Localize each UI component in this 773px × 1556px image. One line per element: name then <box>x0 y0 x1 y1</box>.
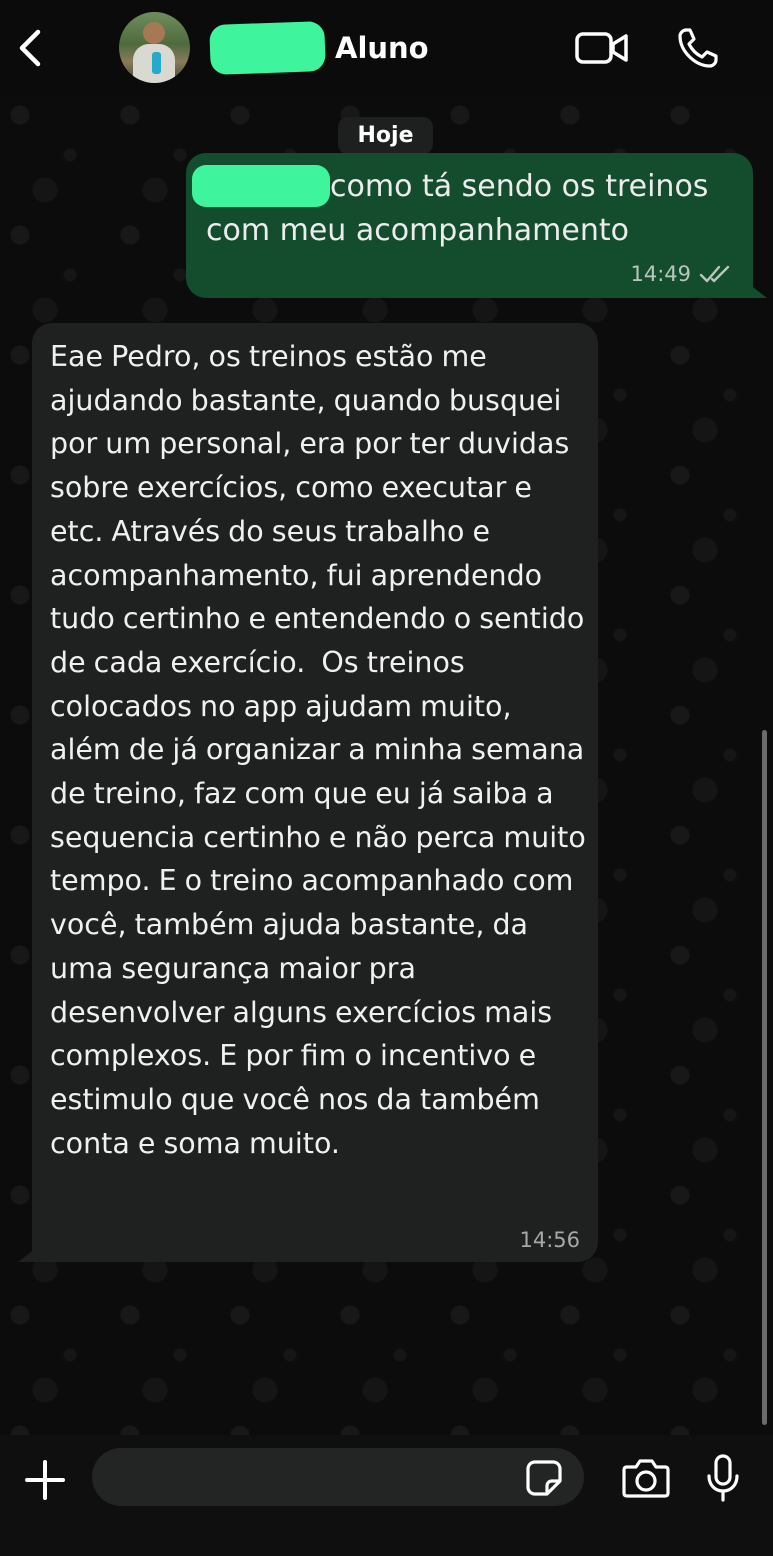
video-camera-icon <box>575 32 628 64</box>
redaction-marker <box>192 165 330 207</box>
sticker-icon <box>526 1460 562 1496</box>
message-time: 14:56 <box>519 1228 580 1252</box>
contact-name: Aluno <box>335 31 429 65</box>
outgoing-message[interactable]: como tá sendo os treinos com meu acompan… <box>186 153 767 298</box>
message-composer <box>0 1435 773 1556</box>
chevron-left-icon <box>19 29 41 67</box>
date-separator: Hoje <box>338 117 433 154</box>
camera-button[interactable] <box>618 1455 674 1501</box>
voice-call-button[interactable] <box>670 24 726 72</box>
plus-icon <box>25 1460 65 1500</box>
microphone-button[interactable] <box>700 1451 746 1505</box>
message-text: como tá sendo os treinos com meu acompan… <box>192 165 731 253</box>
attach-button[interactable] <box>20 1455 70 1505</box>
contact-name-row[interactable]: Aluno <box>209 21 429 75</box>
chat-header: Aluno <box>0 0 773 95</box>
double-check-icon <box>699 265 730 283</box>
message-input[interactable] <box>92 1448 584 1506</box>
video-call-button[interactable] <box>574 24 630 72</box>
message-time: 14:49 <box>630 262 691 286</box>
sticker-button[interactable] <box>522 1457 566 1499</box>
back-button[interactable] <box>10 24 50 72</box>
message-meta: 14:49 <box>630 262 731 286</box>
redaction-marker <box>209 21 326 75</box>
microphone-icon <box>707 1454 739 1502</box>
incoming-message[interactable]: Eae Pedro, os treinos estão me ajudando … <box>18 323 598 1262</box>
avatar[interactable] <box>119 12 190 83</box>
incoming-message-text: Eae Pedro, os treinos estão me ajudando … <box>50 340 594 1160</box>
camera-icon <box>622 1459 670 1498</box>
scrollbar[interactable] <box>762 730 767 1425</box>
phone-icon <box>678 28 718 68</box>
